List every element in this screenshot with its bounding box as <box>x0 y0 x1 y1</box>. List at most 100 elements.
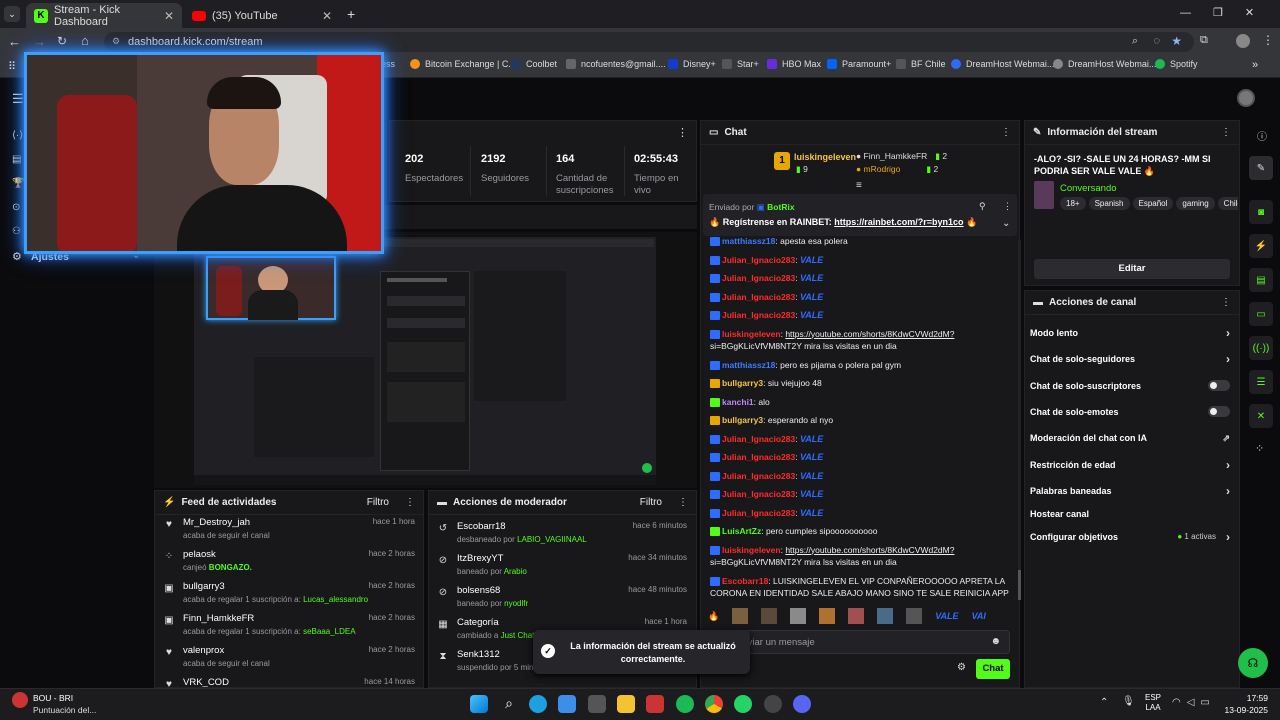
back-icon[interactable]: ← <box>8 34 21 49</box>
trophy-icon[interactable]: 🏆 <box>12 178 24 189</box>
chat-message[interactable]: Julian_Ignacio283: VALE <box>710 452 1015 463</box>
chat-username[interactable]: luiskingeleven <box>722 545 781 555</box>
more-icon[interactable]: ⋮ <box>1221 127 1231 138</box>
nav-icon[interactable]: ⟨·⟩ <box>12 130 23 141</box>
file-explorer-icon[interactable] <box>617 695 635 713</box>
address-bar[interactable]: ⚙ dashboard.kick.com/stream ⌕ ◌ ★ <box>104 32 1194 52</box>
chat-message[interactable]: Julian_Ignacio283: VALE <box>710 471 1015 482</box>
tag[interactable]: 18+ <box>1060 197 1086 210</box>
eye-off-icon[interactable]: ◌ <box>1153 35 1160 47</box>
mod-item[interactable]: ↺ Escobarr18 desbaneado por LABIO_VAGIINAA… <box>437 521 691 553</box>
feed-item[interactable]: ▣ bullgarry3 acaba de regalar 1 suscripció… <box>163 581 419 613</box>
window-controls[interactable]: —❐✕ <box>1180 6 1276 19</box>
support-chat-icon[interactable]: ☊ <box>1238 648 1268 678</box>
leaderboard-entry[interactable]: ● mRodrigo ▮ 2 <box>856 164 938 175</box>
chat-message[interactable]: Julian_Ignacio283: VALE <box>710 255 1015 266</box>
chat-message[interactable]: Julian_Ignacio283: VALE <box>710 434 1015 445</box>
chat-username[interactable]: Julian_Ignacio283 <box>722 452 795 462</box>
action-age-restriction[interactable]: Restricción de edad › <box>1030 458 1230 472</box>
nav-icon[interactable]: ▤ <box>12 154 21 165</box>
chat-message[interactable]: luiskingeleven: https://youtube.com/shor… <box>710 545 1015 556</box>
hamburger-menu-icon[interactable]: ☰ <box>12 91 24 107</box>
whatsapp-icon[interactable] <box>734 695 752 713</box>
gear-icon[interactable]: ⚙ <box>957 662 966 673</box>
chat-username[interactable]: Julian_Ignacio283 <box>722 508 795 518</box>
chat-username[interactable]: Julian_Ignacio283 <box>722 255 795 265</box>
bookmark-item[interactable]: HBO Max <box>767 59 821 69</box>
chat-message[interactable]: Julian_Ignacio283: VALE <box>710 489 1015 500</box>
feed-item[interactable]: ♥ valenprox acaba de seguir el canal hace 2… <box>163 645 419 677</box>
action-emotes-only[interactable]: Chat de solo-emotes <box>1030 406 1230 417</box>
more-icon[interactable]: ⋮ <box>1001 127 1011 138</box>
chat-username[interactable]: Escobarr18 <box>722 576 768 586</box>
chat-message[interactable]: bullgarry3: siu viejujoo 48 <box>710 378 1015 389</box>
pin-icon[interactable]: ⚲ <box>979 201 986 212</box>
more-icon[interactable]: ⋮ <box>1003 201 1012 212</box>
toggle-switch[interactable] <box>1208 380 1230 391</box>
site-info-icon[interactable]: ⚙ <box>112 36 120 47</box>
apps-icon[interactable]: ⁘ <box>1255 442 1264 455</box>
mod-item[interactable]: ⊘ ItzBrexyYT baneado por Arabio hace 34 min… <box>437 553 691 585</box>
home-icon[interactable]: ⌂ <box>81 33 89 48</box>
clock-date[interactable]: 13-09-2025 <box>1222 705 1268 715</box>
feed-item[interactable]: ♥ VRK_COD hace 14 horas <box>163 677 419 687</box>
weather-title[interactable]: BOU - BRI <box>33 693 73 703</box>
more-icon[interactable]: ⋮ <box>678 497 688 508</box>
chat-username[interactable]: luiskingeleven <box>722 329 781 339</box>
feed-item[interactable]: ♥ Mr_Destroy_jah acaba de seguir el canal h… <box>163 517 419 549</box>
discord-icon[interactable] <box>793 695 811 713</box>
leaderboard-entry[interactable]: ● Finn_HamkkeFR ▮ 2 <box>856 151 947 162</box>
category-name[interactable]: Conversando <box>1060 183 1117 194</box>
bookmark-item[interactable]: Coolbet <box>511 59 557 69</box>
bookmark-item[interactable]: Paramount+ <box>827 59 891 69</box>
emote-icon[interactable] <box>790 608 807 624</box>
close-icon[interactable]: ✕ <box>322 9 332 23</box>
chrome-icon[interactable] <box>705 695 723 713</box>
chat-message[interactable]: matthiassz18: apesta esa polera <box>710 236 1015 247</box>
users-icon[interactable]: ⚇ <box>12 226 21 237</box>
chat-username[interactable]: kanchi1 <box>722 397 754 407</box>
nav-icon[interactable]: ⊙ <box>12 202 20 213</box>
search-icon[interactable]: ⌕ <box>500 695 518 713</box>
close-icon[interactable]: ✕ <box>164 9 174 23</box>
document-icon[interactable]: ▤ <box>1249 268 1273 292</box>
app-icon[interactable] <box>646 695 664 713</box>
chat-message[interactable]: bullgarry3: esperando al nyo <box>710 415 1015 426</box>
chat-username[interactable]: Julian_Ignacio283 <box>722 292 795 302</box>
more-bookmarks-icon[interactable]: » <box>1252 59 1258 71</box>
bookmark-item[interactable]: Spotify <box>1155 59 1198 69</box>
chat-username[interactable]: Julian_Ignacio283 <box>722 434 795 444</box>
chat-username[interactable]: Julian_Ignacio283 <box>722 310 795 320</box>
stream-preview[interactable] <box>154 232 697 488</box>
chat-username[interactable]: bullgarry3 <box>722 415 763 425</box>
bookmark-item[interactable]: DreamHost Webmai... <box>1053 59 1156 69</box>
chat-icon[interactable]: ▭ <box>1249 302 1273 326</box>
tag[interactable]: Español <box>1132 197 1174 210</box>
chat-message[interactable]: luiskingeleven: https://youtube.com/shor… <box>710 329 1015 340</box>
windows-start-icon[interactable] <box>470 695 488 713</box>
bookmark-item[interactable]: Disney+ <box>668 59 716 69</box>
bookmark-item[interactable]: DreamHost Webmai... <box>951 59 1054 69</box>
apps-grid-icon[interactable]: ⠿ <box>8 60 16 73</box>
chat-message[interactable]: kanchi1: alo <box>710 397 1015 408</box>
zoom-icon[interactable]: ⌕ <box>1132 35 1138 48</box>
chat-scrollbar[interactable] <box>1018 240 1021 600</box>
bookmark-item[interactable]: Star+ <box>722 59 759 69</box>
chat-username[interactable]: Julian_Ignacio283 <box>722 273 795 283</box>
action-followers-only[interactable]: Chat de solo-seguidores › <box>1030 352 1230 366</box>
info-icon[interactable]: ⓘ <box>1257 128 1267 143</box>
gear-icon[interactable]: ⚙ <box>12 250 22 263</box>
forward-icon[interactable]: → <box>33 34 46 49</box>
chat-username[interactable]: Julian_Ignacio283 <box>722 489 795 499</box>
app-icon[interactable] <box>764 695 782 713</box>
language-indicator[interactable]: ESP LAA <box>1145 693 1161 713</box>
tag[interactable]: gaming <box>1176 197 1215 210</box>
emote-vai[interactable]: VAI <box>972 611 986 621</box>
microphone-icon[interactable]: 🎙 <box>1122 696 1135 707</box>
emote-icon[interactable] <box>819 608 836 624</box>
chat-message[interactable]: Julian_Ignacio283: VALE <box>710 292 1015 303</box>
store-icon[interactable] <box>558 695 576 713</box>
more-icon[interactable]: ⋮ <box>405 497 415 508</box>
action-banned-words[interactable]: Palabras baneadas › <box>1030 484 1230 498</box>
feed-item[interactable]: ⁘ pelaosk canjeó BONGAZO. hace 2 horas <box>163 549 419 581</box>
